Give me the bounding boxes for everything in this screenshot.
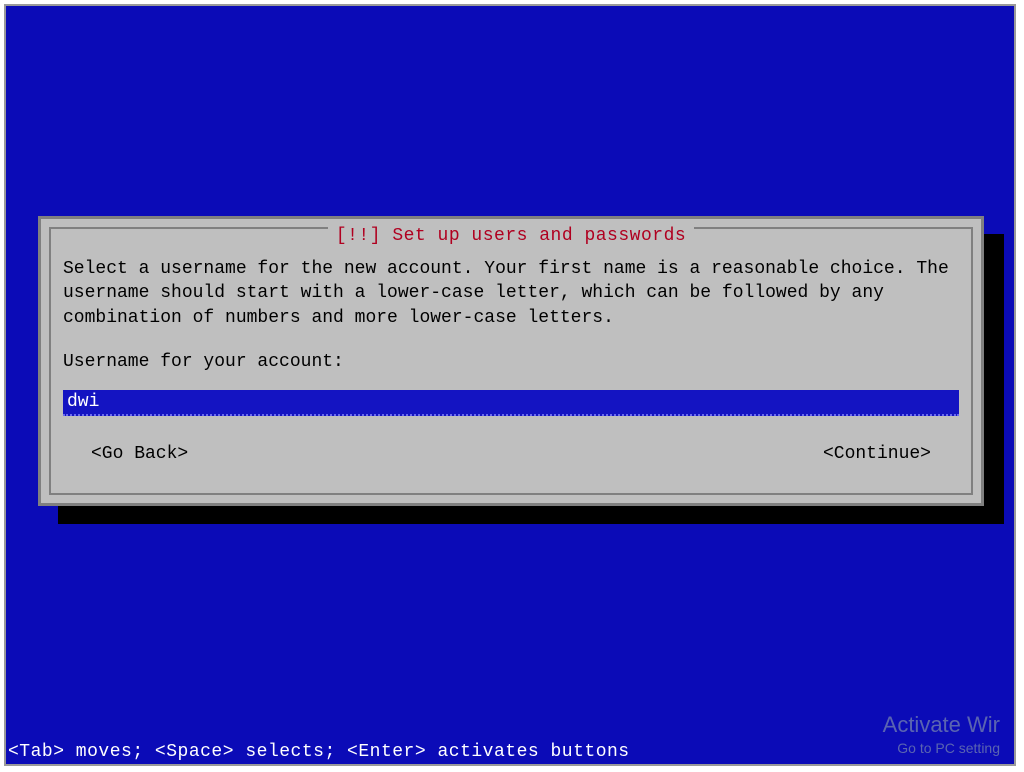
username-input[interactable] (63, 390, 959, 416)
buttons-row: <Go Back> <Continue> (63, 444, 959, 464)
windows-activation-watermark: Activate Wir Go to PC setting (883, 712, 1000, 756)
watermark-line1: Activate Wir (883, 712, 1000, 738)
username-field-label: Username for your account: (63, 352, 959, 372)
input-row (63, 390, 959, 416)
watermark-line2: Go to PC setting (883, 740, 1000, 756)
continue-button[interactable]: <Continue> (823, 444, 931, 464)
installer-screen: [!!] Set up users and passwords Select a… (4, 4, 1016, 766)
dialog-title: [!!] Set up users and passwords (328, 226, 694, 246)
dialog-title-wrap: [!!] Set up users and passwords (51, 226, 971, 246)
go-back-button[interactable]: <Go Back> (91, 444, 188, 464)
dialog-inner: [!!] Set up users and passwords Select a… (49, 227, 973, 495)
user-setup-dialog: [!!] Set up users and passwords Select a… (38, 216, 984, 506)
help-bar: <Tab> moves; <Space> selects; <Enter> ac… (6, 742, 630, 762)
instruction-text: Select a username for the new account. Y… (63, 257, 959, 330)
